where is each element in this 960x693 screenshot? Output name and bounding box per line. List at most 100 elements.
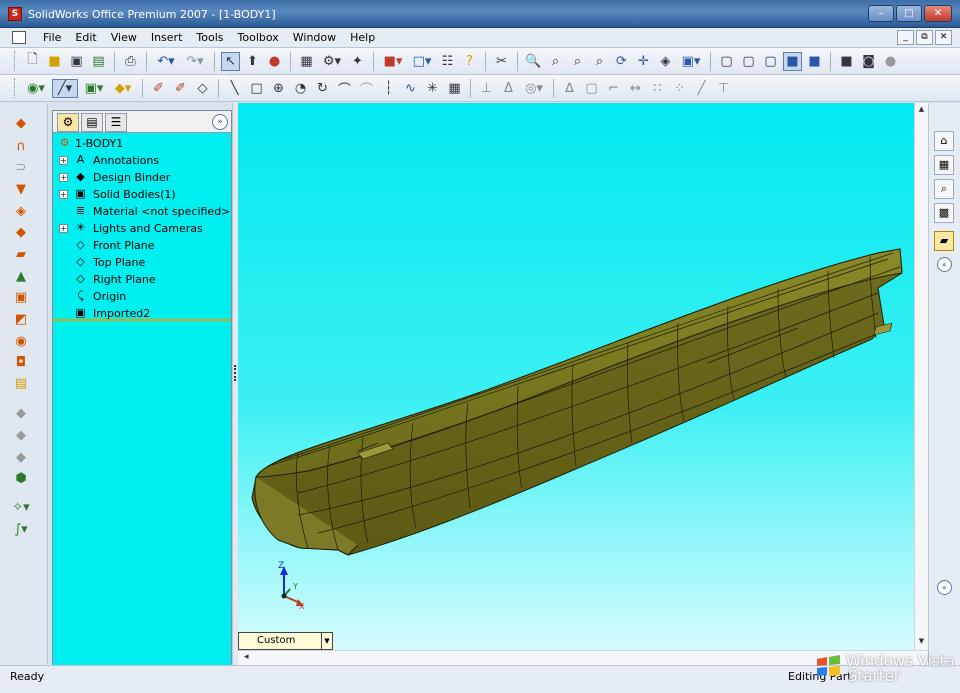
tree-item[interactable]: ⤹ Origin bbox=[53, 288, 231, 305]
dome-icon[interactable]: ▤ bbox=[12, 375, 30, 393]
perspective-icon[interactable]: ● bbox=[881, 52, 900, 71]
offset-entities-icon[interactable]: ⌐ bbox=[604, 79, 623, 98]
view-palette-icon[interactable]: ▩ bbox=[934, 203, 954, 223]
hidden-lines-visible-icon[interactable]: ▢ bbox=[739, 52, 758, 71]
menu-toolbox[interactable]: Toolbox bbox=[231, 31, 286, 44]
centerpoint-arc-icon[interactable]: ◔ bbox=[291, 79, 310, 98]
zoom-selection-icon[interactable]: ⌕ bbox=[590, 52, 609, 71]
smart-dimension-icon[interactable]: ▣▾ bbox=[81, 79, 107, 98]
tree-item[interactable]: ◇ Top Plane bbox=[53, 254, 231, 271]
revolved-cut-icon[interactable]: ◆ bbox=[12, 224, 30, 242]
save-icon[interactable]: ▣ bbox=[67, 52, 86, 71]
tab-propertymanager-icon[interactable]: ▤ bbox=[81, 113, 103, 132]
open-folder-icon[interactable]: ■ bbox=[45, 52, 64, 71]
scroll-down-icon[interactable]: ▼ bbox=[917, 637, 926, 645]
rectangle-icon[interactable]: □ bbox=[247, 79, 266, 98]
shell-icon[interactable]: ▣ bbox=[12, 289, 30, 307]
curves-icon[interactable]: ∫▾ bbox=[12, 521, 30, 539]
minimize-button[interactable]: – bbox=[868, 5, 894, 22]
previous-view-icon[interactable]: ◈ bbox=[656, 52, 675, 71]
selection-filter-icon[interactable]: ◉▾ bbox=[23, 79, 49, 98]
sketch-fillet-icon[interactable]: ⌒ bbox=[357, 79, 376, 98]
menu-file[interactable]: File bbox=[36, 31, 68, 44]
traffic-light-icon[interactable]: ● bbox=[265, 52, 284, 71]
draft-icon[interactable]: ◉ bbox=[12, 333, 30, 351]
move-body-icon[interactable]: ⬢ bbox=[12, 470, 30, 488]
circular-pattern-icon[interactable]: ⁘ bbox=[670, 79, 689, 98]
plane-icon[interactable]: ⊥ bbox=[477, 79, 496, 98]
appearance-icon[interactable]: ■▾ bbox=[380, 52, 406, 71]
mirror-icon[interactable]: ↔ bbox=[626, 79, 645, 98]
circle-icon[interactable]: ⊕ bbox=[269, 79, 288, 98]
design-library-icon[interactable]: ▦ bbox=[934, 155, 954, 175]
select-pointer-icon[interactable]: ↖ bbox=[221, 51, 240, 71]
extruded-boss-icon[interactable]: ◆ bbox=[12, 115, 30, 133]
chamfer-icon[interactable]: ▲ bbox=[12, 268, 30, 286]
rapid-sketch-icon[interactable]: ◇ bbox=[193, 79, 212, 98]
trim-entities-icon[interactable]: ∆ bbox=[560, 79, 579, 98]
toolbar-grip[interactable] bbox=[14, 51, 17, 71]
edit-sketch-icon[interactable]: ✐ bbox=[171, 79, 190, 98]
menu-view[interactable]: View bbox=[104, 31, 144, 44]
menu-tools[interactable]: Tools bbox=[189, 31, 230, 44]
linear-pattern-icon[interactable]: ∷ bbox=[648, 79, 667, 98]
scroll-left-icon[interactable]: ◂ bbox=[244, 652, 249, 662]
add-relation-icon[interactable]: ◆▾ bbox=[110, 79, 136, 98]
hole-wizard-icon[interactable]: ◘ bbox=[12, 354, 30, 372]
undo-icon[interactable]: ↶▾ bbox=[153, 52, 179, 71]
graphics-area[interactable]: Z Y X bbox=[238, 103, 914, 650]
help-icon[interactable]: ? bbox=[460, 52, 479, 71]
convert-entities-icon[interactable]: ▢ bbox=[582, 79, 601, 98]
wireframe-icon[interactable]: ▢ bbox=[717, 52, 736, 71]
tree-item[interactable]: + ▣ Solid Bodies(1) bbox=[53, 186, 231, 203]
realview-icon[interactable]: ◙ bbox=[859, 52, 878, 71]
dimension-icon[interactable]: ⊤ bbox=[714, 79, 733, 98]
sketch-icon[interactable]: ╱▾ bbox=[52, 78, 78, 98]
circular-pattern-feature-icon[interactable]: ◆ bbox=[12, 427, 30, 445]
zoom-area-icon[interactable]: ⌕ bbox=[546, 52, 565, 71]
toolbar-grip[interactable] bbox=[14, 78, 17, 98]
tree-item[interactable]: + A Annotations bbox=[53, 152, 231, 169]
hidden-lines-removed-icon[interactable]: ▢ bbox=[761, 52, 780, 71]
print-icon[interactable]: ⎙ bbox=[121, 52, 140, 71]
properties-icon[interactable]: ☷ bbox=[438, 52, 457, 71]
fillet-icon[interactable]: ▰ bbox=[12, 246, 30, 264]
text-icon[interactable]: Δ bbox=[499, 79, 518, 98]
move-entities-icon[interactable]: ╱ bbox=[692, 79, 711, 98]
shadows-icon[interactable]: ■ bbox=[837, 52, 856, 71]
solidworks-app-icon[interactable]: S bbox=[8, 7, 22, 21]
shaded-icon[interactable]: ■ bbox=[805, 52, 824, 71]
mirror-entities-icon[interactable]: ◎▾ bbox=[521, 79, 547, 98]
grid-snap-icon[interactable]: ▦ bbox=[445, 79, 464, 98]
expand-toggle-icon[interactable]: + bbox=[59, 190, 68, 199]
sketch-3d-icon[interactable]: ✐ bbox=[149, 79, 168, 98]
menu-edit[interactable]: Edit bbox=[68, 31, 103, 44]
menu-help[interactable]: Help bbox=[343, 31, 382, 44]
redo-icon[interactable]: ↷▾ bbox=[182, 52, 208, 71]
maximize-button[interactable]: □ bbox=[896, 5, 922, 22]
extruded-cut-icon[interactable]: ◈ bbox=[12, 203, 30, 221]
solidworks-resources-icon[interactable]: ⌂ bbox=[934, 131, 954, 151]
view-orientation-select[interactable]: Custom ▼ bbox=[238, 632, 333, 650]
make-drawing-icon[interactable]: ▤ bbox=[89, 52, 108, 71]
lofted-boss-icon[interactable]: ▼ bbox=[12, 181, 30, 199]
tree-item[interactable]: + ◆ Design Binder bbox=[53, 169, 231, 186]
doc-close-button[interactable]: ✕ bbox=[935, 30, 952, 45]
rebuild-icon[interactable]: ⬆ bbox=[243, 52, 262, 71]
reference-geometry-icon[interactable]: ✧▾ bbox=[12, 499, 30, 517]
expand-toggle-icon[interactable]: + bbox=[59, 173, 68, 182]
menu-window[interactable]: Window bbox=[286, 31, 343, 44]
options-icon[interactable]: ⚙▾ bbox=[319, 52, 345, 71]
chevron-down-icon[interactable]: ▼ bbox=[321, 633, 332, 649]
rib-icon[interactable]: ◩ bbox=[12, 311, 30, 329]
expand-toggle-icon[interactable]: + bbox=[59, 224, 68, 233]
expand-task-pane-icon[interactable]: « bbox=[937, 580, 952, 595]
three-point-arc-icon[interactable]: ⌒ bbox=[335, 79, 354, 98]
zoom-in-out-icon[interactable]: ⌕ bbox=[568, 52, 587, 71]
doc-restore-button[interactable]: ⧉ bbox=[916, 30, 933, 45]
tab-configurationmanager-icon[interactable]: ☰ bbox=[105, 113, 127, 132]
appearances-icon[interactable]: ▰ bbox=[934, 231, 954, 251]
menu-insert[interactable]: Insert bbox=[144, 31, 190, 44]
collapse-task-pane-icon[interactable]: « bbox=[937, 257, 952, 272]
standard-views-icon[interactable]: ▣▾ bbox=[678, 52, 704, 71]
